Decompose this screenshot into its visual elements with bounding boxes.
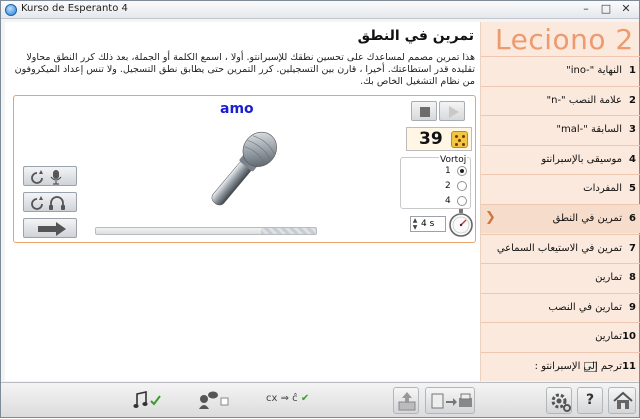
vortoj-group: Vortoj 1 2 4 xyxy=(400,155,471,209)
time-value: 4 s xyxy=(421,219,435,229)
sidebar-item-label: علامة النصب "-n" xyxy=(546,94,622,106)
main-content: تمرين في النطق هذا تمرين مصمم لمساعدك عل… xyxy=(5,22,480,381)
listen-button[interactable] xyxy=(23,192,77,212)
microphone-icon xyxy=(211,131,277,206)
time-spinner[interactable]: ▲ ▼ 4 s xyxy=(410,216,446,232)
sidebar-item-9[interactable]: تمارين في النصب 9 xyxy=(481,292,640,322)
radio-button[interactable] xyxy=(457,196,467,206)
sidebar-item-7[interactable]: تمرين في الاستيعاب السماعي 7 xyxy=(481,233,640,263)
sidebar-item-11[interactable]: ترجم إلى الإسبرانتو :11 xyxy=(481,352,640,381)
vortoj-option-1[interactable]: 1 xyxy=(445,166,469,178)
sidebar-item-4[interactable]: موسيقى بالإسبرانتو 4 xyxy=(481,144,640,174)
minimize-button[interactable]: – xyxy=(578,2,594,16)
sidebar-item-number: 6 xyxy=(629,213,636,224)
check-icon: ✔ xyxy=(300,393,310,404)
sidebar-item-5[interactable]: المفردات 5 xyxy=(481,174,640,203)
speech-toggle-icon[interactable] xyxy=(198,391,230,409)
convert-label: cx ⇒ ĉ xyxy=(266,393,298,404)
practice-word: amo xyxy=(220,101,254,117)
export-button[interactable] xyxy=(393,387,419,414)
lesson-sidebar: Leciono 2 النهاية "-ino" 1 علامة النصب "-n… xyxy=(480,22,640,381)
exercise-panel: amo 39 Vortoj 1 2 4 ▲ ▼ 4 s xyxy=(13,95,476,243)
sidebar-item-1[interactable]: النهاية "-ino" 1 xyxy=(481,56,640,85)
vortoj-option-2[interactable]: 2 xyxy=(445,181,469,193)
sidebar-item-2[interactable]: علامة النصب "-n" 2 xyxy=(481,85,640,115)
app-window: Kurso de Esperanto 4 – □ ✕ تمرين في النط… xyxy=(0,0,640,418)
close-button[interactable]: ✕ xyxy=(618,2,634,16)
progress-bar xyxy=(95,227,317,235)
vortoj-option-4[interactable]: 4 xyxy=(445,196,469,208)
score-value: 39 xyxy=(419,129,443,149)
sidebar-item-label: تمرين في الاستيعاب السماعي xyxy=(496,242,622,254)
settings-button[interactable] xyxy=(546,387,572,414)
sidebar-item-number: 9 xyxy=(629,301,636,313)
window-title: Kurso de Esperanto 4 xyxy=(21,3,128,14)
app-icon xyxy=(5,4,17,16)
vortoj-option-label: 1 xyxy=(445,166,451,176)
sidebar-item-3[interactable]: السابقة "-mal" 3 xyxy=(481,115,640,144)
sidebar-item-number: 11 xyxy=(622,361,636,372)
x-system-convert-toggle[interactable]: cx ⇒ ĉ ✔ xyxy=(266,393,326,411)
record-button[interactable] xyxy=(23,166,77,186)
sidebar-item-10[interactable]: تمارين 10 xyxy=(481,322,640,351)
dice-icon[interactable] xyxy=(451,131,468,148)
sidebar-item-number: 8 xyxy=(629,272,636,284)
sidebar-item-6[interactable]: ❯ تمرين في النطق 6 xyxy=(481,204,640,233)
title-bar: Kurso de Esperanto 4 – □ ✕ xyxy=(1,1,639,19)
lesson-title: Leciono 2 xyxy=(495,23,634,56)
sidebar-item-label: تمرين في النطق xyxy=(552,213,622,224)
sidebar-item-8[interactable]: تمارين 8 xyxy=(481,263,640,292)
bottom-toolbar: cx ⇒ ĉ ✔ ? xyxy=(1,382,639,417)
sidebar-item-number: 7 xyxy=(629,242,636,254)
vortoj-option-label: 4 xyxy=(445,196,451,206)
active-chevron-icon: ❯ xyxy=(485,210,496,225)
stop-button[interactable] xyxy=(411,101,437,121)
score-box: 39 xyxy=(406,127,472,151)
sidebar-item-number: 10 xyxy=(622,331,636,343)
help-button[interactable]: ? xyxy=(577,387,603,414)
sidebar-item-number: 4 xyxy=(629,153,636,165)
vortoj-label: Vortoj xyxy=(439,155,468,165)
sidebar-item-label: النهاية "-ino" xyxy=(566,65,622,76)
spin-arrows-icon[interactable]: ▲ ▼ xyxy=(411,217,419,231)
play-button[interactable] xyxy=(439,101,465,121)
sidebar-item-label: تمارين xyxy=(595,331,622,343)
sidebar-item-label: موسيقى بالإسبرانتو xyxy=(541,153,622,165)
radio-button[interactable] xyxy=(457,181,467,191)
sidebar-item-label: السابقة "-mal" xyxy=(556,124,622,136)
progress-fill xyxy=(261,228,316,234)
radio-button[interactable] xyxy=(457,166,467,176)
sidebar-item-label: تمارين في النصب xyxy=(548,301,622,313)
sidebar-item-label: المفردات xyxy=(583,183,622,195)
sidebar-item-number: 3 xyxy=(629,124,636,136)
sidebar-item-number: 5 xyxy=(629,183,636,195)
sidebar-item-label: ترجم إلى الإسبرانتو : xyxy=(534,361,622,372)
next-arrow-button[interactable] xyxy=(23,218,77,238)
sidebar-item-label: تمارين xyxy=(595,272,622,284)
exercise-title: تمرين في النطق xyxy=(357,28,474,44)
sidebar-item-number: 2 xyxy=(629,94,636,106)
music-toggle-icon[interactable] xyxy=(133,391,163,409)
exercise-description: هذا تمرين مصمم لمساعدك على تحسين نطقك لل… xyxy=(14,52,475,87)
maximize-button[interactable]: □ xyxy=(598,2,614,16)
home-button[interactable] xyxy=(608,387,636,414)
vortoj-option-label: 2 xyxy=(445,181,451,191)
sidebar-item-number: 1 xyxy=(629,65,636,76)
stopwatch-icon xyxy=(449,209,473,237)
print-button[interactable] xyxy=(425,387,475,414)
